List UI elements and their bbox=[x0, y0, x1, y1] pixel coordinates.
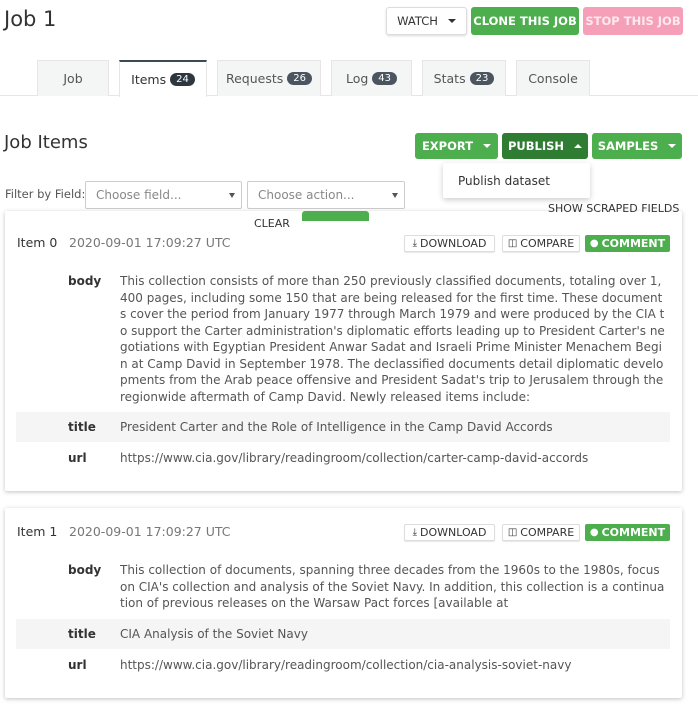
action-select[interactable]: Choose action... bbox=[247, 181, 405, 209]
field-name: body bbox=[68, 274, 102, 288]
samples-label: SAMPLES bbox=[597, 139, 659, 153]
tab-stats[interactable]: Stats 23 bbox=[422, 60, 506, 96]
watch-label: WATCH bbox=[397, 14, 438, 28]
download-button[interactable]: ⤓ DOWNLOAD bbox=[404, 524, 495, 541]
item-title: Item 0 bbox=[17, 235, 58, 250]
item-date: 2020-09-01 17:09:27 UTC bbox=[69, 524, 231, 539]
tab-items[interactable]: Items 24 bbox=[119, 60, 207, 97]
field-row: title President Carter and the Role of I… bbox=[16, 412, 670, 442]
watch-button[interactable]: WATCH bbox=[386, 7, 467, 35]
publish-dataset-menu-item[interactable]: Publish dataset bbox=[458, 174, 550, 188]
comment-label: COMMENT bbox=[601, 237, 666, 250]
item-title: Item 1 bbox=[17, 524, 58, 539]
tab-requests[interactable]: Requests 26 bbox=[217, 60, 321, 96]
publish-label: PUBLISH bbox=[507, 139, 565, 153]
comment-label: COMMENT bbox=[601, 526, 666, 539]
field-row: body This collection of documents, spann… bbox=[16, 558, 670, 618]
field-row: title CIA Analysis of the Soviet Navy bbox=[16, 619, 670, 649]
tab-label: Job bbox=[63, 71, 83, 86]
field-name: title bbox=[68, 627, 96, 641]
tab-count-badge: 24 bbox=[170, 73, 195, 86]
tab-count-badge: 43 bbox=[372, 72, 398, 85]
tab-label: Log bbox=[345, 71, 369, 86]
clone-job-button[interactable]: CLONE THIS JOB bbox=[471, 7, 579, 35]
field-name: title bbox=[68, 420, 96, 434]
compare-icon: ◫ bbox=[507, 238, 518, 249]
comment-button[interactable]: ● COMMENT bbox=[585, 524, 670, 541]
field-value: This collection consists of more than 25… bbox=[120, 274, 665, 404]
tab-job[interactable]: Job bbox=[37, 60, 109, 96]
tab-label: Requests bbox=[225, 71, 284, 86]
stop-job-button[interactable]: STOP THIS JOB bbox=[583, 7, 683, 35]
download-label: DOWNLOAD bbox=[419, 526, 487, 539]
page-title: Job 1 bbox=[4, 7, 57, 31]
export-label: EXPORT bbox=[421, 139, 474, 153]
download-icon: ⤓ bbox=[412, 527, 417, 538]
tab-label: Console bbox=[528, 71, 578, 86]
field-value: https://www.cia.gov/library/readingroom/… bbox=[120, 658, 572, 672]
field-row: url https://www.cia.gov/library/readingr… bbox=[16, 443, 670, 473]
download-icon: ⤓ bbox=[412, 238, 417, 249]
field-name: body bbox=[68, 563, 102, 577]
select-caret-icon bbox=[392, 193, 398, 198]
tab-console[interactable]: Console bbox=[516, 60, 590, 96]
download-button[interactable]: ⤓ DOWNLOAD bbox=[404, 235, 495, 252]
comment-button[interactable]: ● COMMENT bbox=[585, 235, 670, 252]
field-row: url https://www.cia.gov/library/readingr… bbox=[16, 650, 670, 680]
tab-label: Items bbox=[131, 72, 167, 87]
compare-button[interactable]: ◫ COMPARE bbox=[502, 235, 580, 252]
compare-button[interactable]: ◫ COMPARE bbox=[502, 524, 580, 541]
action-select-placeholder: Choose action... bbox=[258, 188, 355, 202]
clear-button[interactable]: CLEAR bbox=[254, 217, 290, 230]
export-button[interactable]: EXPORT bbox=[415, 133, 498, 159]
select-caret-icon bbox=[229, 193, 235, 198]
field-name: url bbox=[68, 451, 87, 465]
field-name: url bbox=[68, 658, 87, 672]
field-value: President Carter and the Role of Intelli… bbox=[120, 420, 553, 434]
field-select-placeholder: Choose field... bbox=[96, 188, 182, 202]
tab-count-badge: 26 bbox=[287, 72, 313, 85]
field-value: This collection of documents, spanning t… bbox=[120, 563, 665, 610]
show-scraped-fields-button[interactable]: SHOW SCRAPED FIELDS bbox=[548, 202, 679, 215]
field-value: CIA Analysis of the Soviet Navy bbox=[120, 627, 308, 641]
samples-button[interactable]: SAMPLES bbox=[592, 133, 682, 159]
item-card: Item 0 2020-09-01 17:09:27 UTC ⤓ DOWNLOAD… bbox=[5, 211, 682, 491]
field-value: https://www.cia.gov/library/readingroom/… bbox=[120, 451, 589, 465]
section-title: Job Items bbox=[4, 132, 88, 153]
tab-label: Stats bbox=[433, 71, 466, 86]
comment-icon: ● bbox=[589, 527, 599, 538]
caret-down-icon bbox=[483, 144, 492, 148]
compare-label: COMPARE bbox=[520, 526, 575, 539]
filter-label: Filter by Field: bbox=[5, 187, 86, 201]
field-select[interactable]: Choose field... bbox=[85, 181, 242, 209]
comment-icon: ● bbox=[589, 238, 599, 249]
download-label: DOWNLOAD bbox=[419, 237, 487, 250]
item-card: Item 1 2020-09-01 17:09:27 UTC ⤓ DOWNLOAD… bbox=[5, 508, 682, 698]
publish-button[interactable]: PUBLISH bbox=[502, 133, 588, 159]
caret-down-icon bbox=[668, 144, 677, 148]
caret-up-icon bbox=[574, 144, 583, 148]
tab-log[interactable]: Log 43 bbox=[331, 60, 412, 96]
caret-down-icon bbox=[447, 19, 456, 23]
apply-filter-button[interactable] bbox=[302, 211, 369, 221]
tab-count-badge: 23 bbox=[469, 72, 495, 85]
field-row: body This collection consists of more th… bbox=[16, 269, 670, 411]
publish-dropdown-menu: Publish dataset bbox=[443, 163, 590, 198]
compare-label: COMPARE bbox=[520, 237, 575, 250]
compare-icon: ◫ bbox=[507, 527, 518, 538]
item-date: 2020-09-01 17:09:27 UTC bbox=[69, 235, 231, 250]
